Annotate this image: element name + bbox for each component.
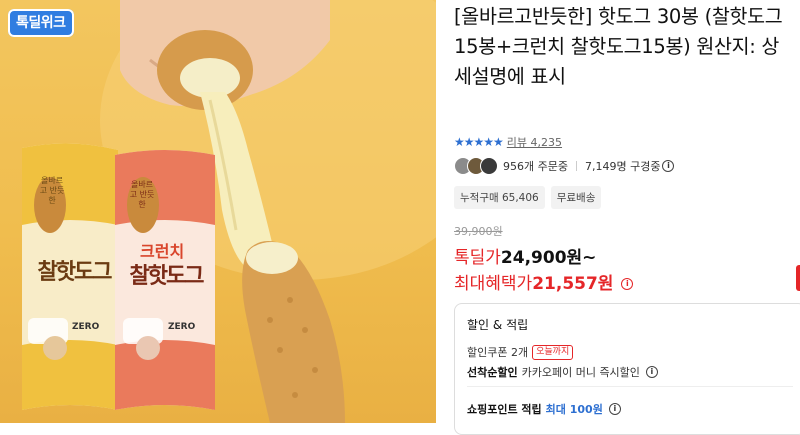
deal-price-value: 24,900원~ xyxy=(500,248,597,268)
pack-left-tag: ZERO xyxy=(72,322,100,332)
avatar xyxy=(480,157,498,175)
watchers-count: 7,149명 구경중 xyxy=(584,160,661,173)
review-count-link[interactable]: 리뷰 4,235 xyxy=(507,134,562,150)
max-benefit-value: 21,557원 xyxy=(532,274,614,294)
rating-row: ★★★★★ 리뷰 4,235 xyxy=(454,135,562,149)
pack-right-badge: 올바르고 반듯한 xyxy=(129,180,155,209)
discount-benefit-box: 할인 & 적립 할인쿠폰 2개 오늘까지 선착순할인 카카오페이 머니 즉시할인… xyxy=(454,303,800,435)
info-icon[interactable]: i xyxy=(621,278,634,290)
buyer-avatars xyxy=(454,157,498,175)
star-rating-icon: ★★★★★ xyxy=(454,135,504,149)
activity-stats: 956개 주문중 7,149명 구경중 i xyxy=(454,156,675,176)
product-title: [올바르고반듯한] 핫도그 30봉 (찰핫도그 15봉+크런치 찰핫도그15봉)… xyxy=(454,5,783,88)
product-image[interactable]: 톡딜위크 올바르고 반듯한 찰핫도그 ZERO 올바르고 반듯한 크런치 찰핫도… xyxy=(0,0,436,423)
pack-left-name: 찰핫도그 xyxy=(37,260,113,285)
info-icon[interactable]: i xyxy=(645,366,658,378)
first-come-label: 선착순할인 xyxy=(467,366,518,379)
free-shipping-chip: 무료배송 xyxy=(550,186,602,209)
cumulative-purchase-chip: 누적구매 65,406 xyxy=(454,186,545,209)
points-value: 최대 100원 xyxy=(545,403,603,416)
coupon-text: 할인쿠폰 2개 xyxy=(467,346,529,359)
pack-right-tag: ZERO xyxy=(168,322,196,332)
info-icon[interactable]: i xyxy=(608,403,621,415)
coupon-row[interactable]: 할인쿠폰 2개 오늘까지 xyxy=(467,344,574,360)
product-photo-illustration xyxy=(22,0,436,423)
product-info-panel: [올바르고반듯한] 핫도그 30봉 (찰핫도그 15봉+크런치 찰핫도그15봉)… xyxy=(436,0,800,435)
pack-left-badge: 올바르고 반듯한 xyxy=(39,176,65,205)
first-come-discount-row[interactable]: 선착순할인 카카오페이 머니 즉시할인 i xyxy=(467,364,658,380)
info-icon[interactable]: i xyxy=(662,160,675,172)
product-chips: 누적구매 65,406 무료배송 xyxy=(454,186,602,209)
benefit-divider xyxy=(467,386,793,387)
deal-price: 톡딜가24,900원~ xyxy=(454,243,596,268)
benefit-box-title: 할인 & 적립 xyxy=(467,318,529,332)
shopping-points-row[interactable]: 쇼핑포인트 적립 최대 100원 i xyxy=(467,401,621,417)
today-only-badge: 오늘까지 xyxy=(532,344,574,360)
max-benefit-label: 최대혜택가 xyxy=(454,274,533,294)
divider xyxy=(575,161,577,171)
deal-price-label: 톡딜가 xyxy=(454,248,501,268)
orders-count: 956개 주문중 xyxy=(503,160,568,173)
talkdeal-week-logo: 톡딜위크 xyxy=(8,9,74,37)
pack-right-name: 찰핫도그 xyxy=(129,264,205,289)
points-label: 쇼핑포인트 적립 xyxy=(467,403,542,416)
first-come-text: 카카오페이 머니 즉시할인 xyxy=(521,366,640,379)
side-tab-handle[interactable] xyxy=(796,265,800,291)
max-benefit-price: 최대혜택가21,557원 i xyxy=(454,269,634,294)
original-price: 39,900원 xyxy=(454,225,503,238)
